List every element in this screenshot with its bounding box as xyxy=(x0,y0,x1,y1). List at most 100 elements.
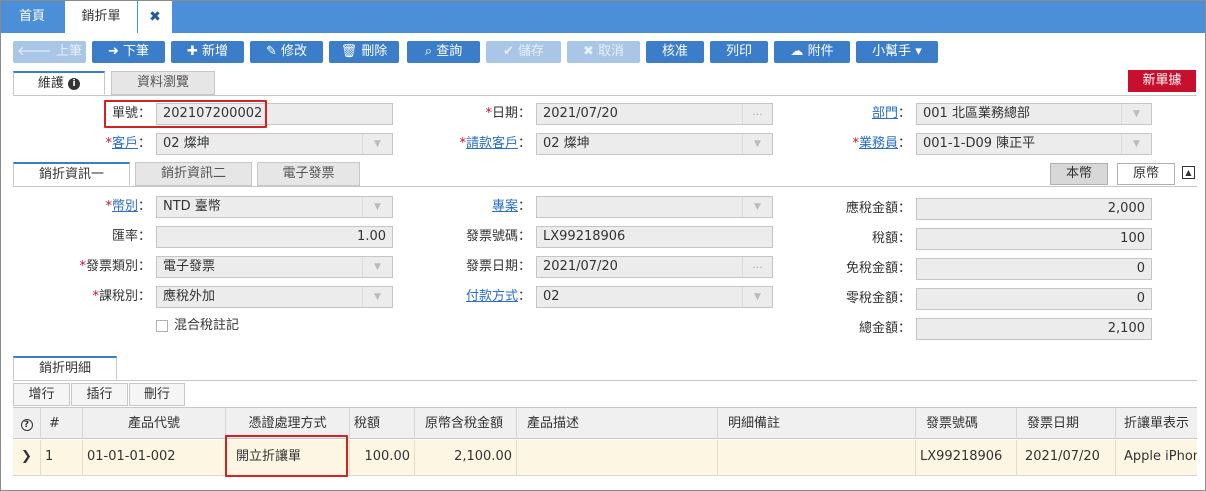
date-field[interactable]: 2021/07/20... xyxy=(536,103,773,125)
tax-amount-field[interactable]: 100 xyxy=(916,228,1152,250)
table-row[interactable]: ❯ 1 01-01-01-002 開立折讓單 100.00 2,100.00 L… xyxy=(13,440,1197,476)
invoice-no-field[interactable]: LX99218906 xyxy=(536,226,773,248)
cell-product-code[interactable]: 01-01-01-002 xyxy=(83,440,226,476)
currency-label: *幣別： xyxy=(105,199,151,214)
col-tax[interactable]: 稅額 xyxy=(350,408,415,439)
collapse-icon[interactable]: ▲ xyxy=(1182,166,1195,179)
print-button[interactable]: 列印 xyxy=(710,41,768,63)
helper-dropdown-button[interactable]: 小幫手 ▾ xyxy=(856,41,938,63)
edit-button[interactable]: ✎ 修改 xyxy=(250,41,323,63)
search-icon: ⌕ xyxy=(424,44,437,59)
local-currency-button[interactable]: 本幣 xyxy=(1050,163,1108,185)
form-tab-divider xyxy=(13,95,1197,96)
chevron-down-icon[interactable]: ▼ xyxy=(742,287,772,307)
col-row-number[interactable]: # xyxy=(41,408,83,439)
highlight-doc-no xyxy=(104,100,267,128)
dept-link[interactable]: 部門 xyxy=(872,106,898,121)
tab-home[interactable]: 首頁 xyxy=(3,1,61,33)
col-description[interactable]: 產品描述 xyxy=(517,408,718,439)
cell-invoice-no[interactable]: LX99218906 xyxy=(916,440,1017,476)
payment-select[interactable]: 02 ▼ xyxy=(536,286,773,308)
dept-select[interactable]: 001 北區業務總部 ▼ xyxy=(916,103,1152,125)
sales-label: *業務員： xyxy=(852,136,911,151)
tab-info-1[interactable]: 銷折資訊一 xyxy=(13,162,130,186)
tab-maintain[interactable]: 維護 i xyxy=(13,71,105,95)
currency-link[interactable]: 幣別 xyxy=(112,199,138,214)
next-record-button[interactable]: ➜ 下筆 xyxy=(92,41,165,63)
customer-select[interactable]: 02 燦坤 ▼ xyxy=(156,133,393,155)
col-invoice-no[interactable]: 發票號碼 xyxy=(916,408,1017,439)
payment-label: 付款方式： xyxy=(465,289,531,304)
sales-link[interactable]: 業務員 xyxy=(859,136,898,151)
rate-label: 匯率： xyxy=(111,229,151,244)
col-amount[interactable]: 原幣含稅金額 xyxy=(415,408,517,439)
cell-tax[interactable]: 100.00 xyxy=(350,440,415,476)
cell-remark[interactable] xyxy=(718,440,916,476)
tax-type-select[interactable]: 應稅外加 ▼ xyxy=(156,286,393,308)
attachment-button[interactable]: ☁ 附件 xyxy=(774,41,850,63)
tab-e-invoice[interactable]: 電子發票 xyxy=(257,162,360,186)
chevron-down-icon[interactable]: ▼ xyxy=(1121,104,1151,124)
invoice-type-select[interactable]: 電子發票 ▼ xyxy=(156,256,393,278)
chevron-down-icon[interactable]: ▼ xyxy=(362,257,392,277)
chevron-down-icon[interactable]: ▼ xyxy=(742,134,772,154)
taxable-field[interactable]: 2,000 xyxy=(916,198,1152,220)
help-icon[interactable]: ? xyxy=(13,408,41,439)
save-button[interactable]: ✔ 儲存 xyxy=(486,41,561,63)
sales-select[interactable]: 001-1-D09 陳正平 ▼ xyxy=(916,133,1152,155)
zero-tax-field[interactable]: 0 xyxy=(916,288,1152,310)
new-document-badge[interactable]: 新單據 xyxy=(1128,70,1196,92)
chevron-down-icon[interactable]: ▼ xyxy=(1121,134,1151,154)
cell-description[interactable] xyxy=(517,440,718,476)
col-allowance[interactable]: 折讓單表示 xyxy=(1116,408,1197,439)
rate-field[interactable]: 1.00 xyxy=(156,226,393,248)
chevron-down-icon[interactable]: ▼ xyxy=(362,287,392,307)
col-product-code[interactable]: 產品代號 xyxy=(83,408,226,439)
add-button[interactable]: ✚ 新增 xyxy=(171,41,244,63)
app-window: 首頁 銷折單 ✖ 🡐 上筆 ➜ 下筆 ✚ 新增 ✎ 修改 🗑 刪除 ⌕ 查詢 ✔… xyxy=(0,0,1206,491)
bill-customer-select[interactable]: 02 燦坤 ▼ xyxy=(536,133,773,155)
delete-button[interactable]: 🗑 刪除 xyxy=(329,41,399,63)
taxable-label: 應稅金額： xyxy=(845,201,911,216)
add-row-button[interactable]: 增行 xyxy=(13,383,70,406)
customer-label: *客戶： xyxy=(105,136,151,151)
delete-row-button[interactable]: 刪行 xyxy=(129,383,185,406)
bill-customer-link[interactable]: 請款客戶 xyxy=(466,136,518,151)
exempt-field[interactable]: 0 xyxy=(916,258,1152,280)
insert-row-button[interactable]: 插行 xyxy=(71,383,128,406)
exempt-label: 免稅金額： xyxy=(845,261,911,276)
mixed-tax-label: 混合稅註記 xyxy=(174,318,240,333)
tab-sales-allowance[interactable]: 銷折單 xyxy=(65,1,137,33)
date-picker-icon[interactable]: ... xyxy=(742,104,772,124)
cell-invoice-date[interactable]: 2021/07/20 xyxy=(1017,440,1116,476)
customer-link[interactable]: 客戶 xyxy=(112,136,138,151)
payment-link[interactable]: 付款方式 xyxy=(466,289,518,304)
col-remark[interactable]: 明細備註 xyxy=(718,408,916,439)
cancel-button[interactable]: ✖ 取消 xyxy=(567,41,640,63)
x-icon: ✖ xyxy=(582,44,598,59)
chevron-down-icon[interactable]: ▼ xyxy=(362,197,392,217)
detail-tab-divider xyxy=(13,380,1197,381)
mixed-tax-checkbox[interactable] xyxy=(156,320,168,332)
foreign-currency-button[interactable]: 原幣 xyxy=(1117,163,1175,185)
query-button[interactable]: ⌕ 查詢 xyxy=(407,41,480,63)
project-link[interactable]: 專案 xyxy=(492,199,518,214)
cell-row-number[interactable]: 1 xyxy=(41,440,83,476)
cell-allowance[interactable]: Apple iPhon xyxy=(1116,440,1197,476)
prev-record-button[interactable]: 🡐 上筆 xyxy=(13,41,86,63)
currency-select[interactable]: NTD 臺幣 ▼ xyxy=(156,196,393,218)
date-picker-icon[interactable]: ... xyxy=(742,257,772,277)
chevron-down-icon[interactable]: ▼ xyxy=(362,134,392,154)
tab-browse[interactable]: 資料瀏覽 xyxy=(111,71,215,95)
col-invoice-date[interactable]: 發票日期 xyxy=(1017,408,1116,439)
tab-detail[interactable]: 銷折明細 xyxy=(13,356,117,380)
cell-amount[interactable]: 2,100.00 xyxy=(415,440,517,476)
grid-header: ? # 產品代號 憑證處理方式 稅額 原幣含稅金額 產品描述 明細備註 發票號碼… xyxy=(13,407,1197,439)
invoice-date-field[interactable]: 2021/07/20... xyxy=(536,256,773,278)
approve-button[interactable]: 核准 xyxy=(646,41,704,63)
tab-info-2[interactable]: 銷折資訊二 xyxy=(135,162,252,186)
project-select[interactable]: ▼ xyxy=(536,196,773,218)
chevron-down-icon[interactable]: ▼ xyxy=(742,197,772,217)
total-field[interactable]: 2,100 xyxy=(916,318,1152,340)
close-tab-icon[interactable]: ✖ xyxy=(138,1,172,33)
